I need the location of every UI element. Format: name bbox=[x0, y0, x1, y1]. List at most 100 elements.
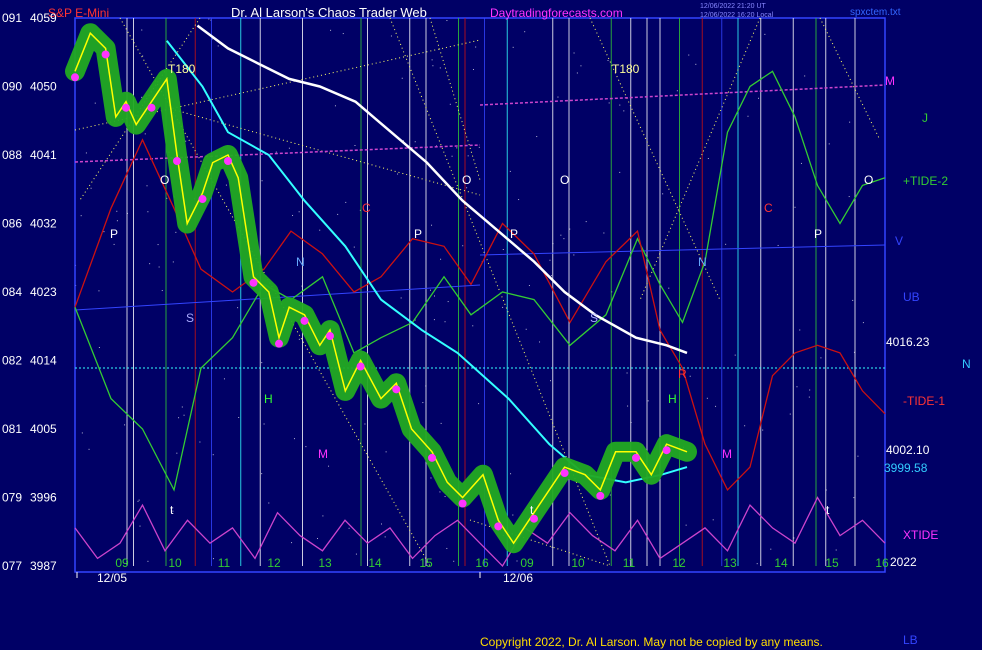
star bbox=[444, 496, 446, 498]
star bbox=[525, 328, 527, 330]
star bbox=[770, 548, 772, 550]
star bbox=[199, 441, 201, 443]
star bbox=[764, 33, 766, 35]
star bbox=[431, 59, 433, 61]
price-point bbox=[249, 278, 258, 287]
y-axis-price-label: 4005 bbox=[30, 422, 57, 436]
price-point bbox=[147, 103, 156, 112]
price-point bbox=[71, 73, 79, 82]
star bbox=[261, 180, 263, 182]
star bbox=[800, 162, 802, 164]
price-point bbox=[198, 195, 207, 204]
right-edge-label: 4002.10 bbox=[886, 443, 930, 457]
star bbox=[94, 102, 96, 104]
star bbox=[103, 231, 105, 233]
star bbox=[794, 206, 796, 208]
star bbox=[80, 215, 82, 217]
star bbox=[524, 31, 526, 33]
star bbox=[433, 319, 435, 321]
right-edge-label: -TIDE-1 bbox=[903, 394, 945, 408]
star bbox=[734, 354, 736, 356]
right-edge-label: M bbox=[885, 74, 895, 88]
star bbox=[305, 446, 307, 448]
star bbox=[609, 494, 611, 496]
star bbox=[440, 258, 442, 260]
star bbox=[385, 451, 387, 453]
cycle-marker-label: O bbox=[160, 173, 169, 187]
star bbox=[116, 220, 118, 222]
cycle-marker-label: M bbox=[318, 447, 328, 461]
right-edge-label: J bbox=[922, 111, 928, 125]
star bbox=[147, 211, 149, 213]
star bbox=[560, 234, 562, 236]
star bbox=[518, 199, 520, 201]
x-axis-hour-label: 11 bbox=[623, 556, 636, 570]
x-axis-date-label: 12/06 bbox=[503, 571, 533, 585]
star bbox=[472, 325, 474, 327]
star bbox=[158, 266, 160, 268]
right-edge-label: LB bbox=[903, 633, 918, 647]
price-point bbox=[494, 522, 503, 531]
y-axis-price-label: 3987 bbox=[30, 559, 57, 573]
star bbox=[668, 287, 670, 289]
star bbox=[213, 558, 215, 560]
star bbox=[237, 307, 239, 309]
x-axis-hour-label: 13 bbox=[723, 556, 737, 570]
star bbox=[298, 338, 300, 340]
star bbox=[509, 170, 511, 172]
star bbox=[510, 473, 512, 475]
star bbox=[390, 35, 392, 37]
star bbox=[142, 55, 144, 57]
star bbox=[141, 29, 143, 31]
star bbox=[261, 473, 263, 475]
star bbox=[472, 69, 474, 71]
star bbox=[330, 29, 332, 31]
site-link[interactable]: Daytradingforecasts.com bbox=[490, 6, 623, 20]
star bbox=[178, 417, 180, 419]
star bbox=[141, 96, 143, 98]
star bbox=[147, 560, 149, 562]
star bbox=[353, 246, 355, 248]
cycle-marker-label: O bbox=[560, 173, 569, 187]
star bbox=[185, 140, 187, 142]
star bbox=[449, 103, 451, 105]
price-point bbox=[122, 103, 130, 112]
right-edge-label: 2022 bbox=[890, 555, 917, 569]
cycle-marker-label: S bbox=[186, 311, 194, 325]
price-point bbox=[458, 499, 467, 508]
star bbox=[175, 231, 177, 233]
y-axis-code-label: 077 bbox=[2, 559, 22, 573]
right-edge-label: +TIDE-2 bbox=[903, 174, 948, 188]
star bbox=[626, 372, 628, 374]
y-axis-code-label: 086 bbox=[2, 217, 22, 231]
star bbox=[319, 229, 321, 231]
star bbox=[462, 245, 464, 247]
star bbox=[439, 67, 441, 69]
right-edge-label: 4016.23 bbox=[886, 335, 930, 349]
star bbox=[176, 452, 178, 454]
star bbox=[852, 299, 854, 301]
star bbox=[528, 285, 530, 287]
x-axis-hour-label: 11 bbox=[218, 556, 231, 570]
cycle-marker-label: H bbox=[668, 392, 677, 406]
y-axis-price-label: 4032 bbox=[30, 217, 57, 231]
price-point bbox=[300, 316, 309, 325]
star bbox=[536, 136, 538, 138]
cycle-marker-label: O bbox=[864, 173, 873, 187]
star bbox=[712, 519, 714, 521]
star bbox=[857, 455, 859, 457]
price-point bbox=[428, 453, 436, 462]
star bbox=[707, 158, 709, 160]
star bbox=[440, 422, 442, 424]
x-axis-date-label: 12/05 bbox=[97, 571, 127, 585]
y-axis-code-label: 079 bbox=[2, 491, 22, 505]
star bbox=[715, 405, 717, 407]
star bbox=[585, 221, 587, 223]
star bbox=[291, 542, 293, 544]
star bbox=[623, 110, 625, 112]
star bbox=[139, 525, 141, 527]
star bbox=[345, 201, 347, 203]
y-axis-price-label: 4023 bbox=[30, 285, 57, 299]
star bbox=[451, 155, 453, 157]
star bbox=[512, 514, 514, 516]
